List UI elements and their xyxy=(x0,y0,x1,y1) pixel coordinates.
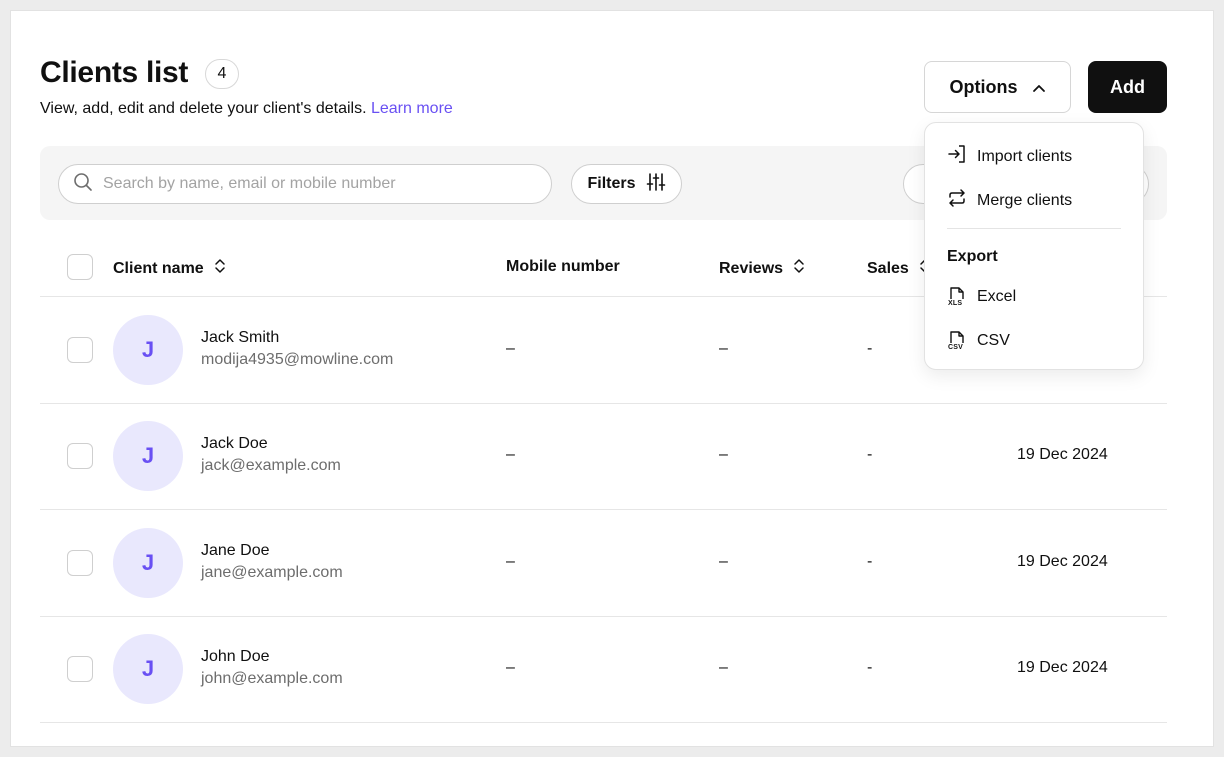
menu-divider xyxy=(947,228,1121,229)
row-checkbox[interactable] xyxy=(67,656,93,682)
row-checkbox[interactable] xyxy=(67,443,93,469)
reviews-value: – xyxy=(719,446,728,463)
menu-item-export-excel[interactable]: XLS Excel xyxy=(947,286,1016,308)
select-all-checkbox[interactable] xyxy=(67,254,93,280)
mobile-number: – xyxy=(506,553,515,570)
menu-item-label: Excel xyxy=(977,288,1017,305)
mobile-number: – xyxy=(506,659,515,676)
merge-icon xyxy=(947,188,967,213)
search-icon xyxy=(73,172,93,197)
mobile-number: – xyxy=(506,340,515,357)
avatar: J xyxy=(113,421,183,491)
search-input[interactable] xyxy=(103,175,523,193)
export-heading: Export xyxy=(947,248,998,265)
sales-value: - xyxy=(867,340,873,357)
row-checkbox[interactable] xyxy=(67,550,93,576)
menu-item-merge-clients[interactable]: Merge clients xyxy=(947,188,1072,213)
menu-item-label: CSV xyxy=(977,332,1010,349)
divider xyxy=(40,403,1167,404)
client-name[interactable]: Jane Doe xyxy=(201,542,270,560)
column-header-reviews[interactable]: Reviews xyxy=(719,258,805,279)
client-count-badge: 4 xyxy=(205,59,239,89)
xls-file-icon: XLS xyxy=(947,286,967,308)
client-email: jack@example.com xyxy=(201,457,341,474)
chevron-up-icon xyxy=(1032,77,1046,98)
created-date: 19 Dec 2024 xyxy=(1017,553,1108,570)
menu-item-label: Import clients xyxy=(977,147,1073,165)
options-label: Options xyxy=(949,76,1018,97)
avatar: J xyxy=(113,634,183,704)
client-email: modija4935@mowline.com xyxy=(201,351,394,368)
options-menu: Import clients Merge clients Export XLS … xyxy=(924,122,1144,370)
sort-icon xyxy=(214,258,226,279)
avatar: J xyxy=(113,528,183,598)
column-header-label: Client name xyxy=(113,259,204,277)
page-subtitle: View, add, edit and delete your client's… xyxy=(40,100,453,118)
menu-item-import-clients[interactable]: Import clients xyxy=(947,144,1072,169)
reviews-value: – xyxy=(719,659,728,676)
csv-file-icon: CSV xyxy=(947,330,967,352)
mobile-number: – xyxy=(506,446,515,463)
divider xyxy=(40,722,1167,723)
created-date: 19 Dec 2024 xyxy=(1017,446,1108,463)
client-name[interactable]: Jack Doe xyxy=(201,435,268,453)
sales-value: - xyxy=(867,659,873,676)
menu-item-label: Merge clients xyxy=(977,191,1073,209)
divider xyxy=(40,616,1167,617)
sort-icon xyxy=(793,258,805,279)
reviews-value: – xyxy=(719,553,728,570)
column-header-mobile-number: Mobile number xyxy=(506,258,620,276)
sliders-icon xyxy=(646,172,666,197)
client-name[interactable]: Jack Smith xyxy=(201,329,279,347)
learn-more-link[interactable]: Learn more xyxy=(371,100,453,117)
column-header-label: Mobile number xyxy=(506,258,620,275)
column-header-label: Sales xyxy=(867,259,909,277)
column-header-client-name[interactable]: Client name xyxy=(113,258,226,279)
page-title: Clients list xyxy=(40,56,189,89)
row-checkbox[interactable] xyxy=(67,337,93,363)
import-icon xyxy=(947,144,967,169)
column-header-sales[interactable]: Sales xyxy=(867,258,931,279)
sales-value: - xyxy=(867,446,873,463)
client-name[interactable]: John Doe xyxy=(201,648,270,666)
menu-item-export-csv[interactable]: CSV CSV xyxy=(947,330,1010,352)
column-header-label: Reviews xyxy=(719,259,784,277)
subtitle-text: View, add, edit and delete your client's… xyxy=(40,100,367,117)
search-box[interactable] xyxy=(58,164,552,204)
add-button[interactable]: Add xyxy=(1088,61,1167,113)
xls-tag: XLS xyxy=(948,300,963,307)
clients-page: Clients list 4 View, add, edit and delet… xyxy=(10,10,1214,747)
filters-label: Filters xyxy=(587,175,636,192)
filters-button[interactable]: Filters xyxy=(571,164,682,204)
options-button[interactable]: Options xyxy=(924,61,1071,113)
avatar: J xyxy=(113,315,183,385)
divider xyxy=(40,509,1167,510)
sales-value: - xyxy=(867,553,873,570)
csv-tag: CSV xyxy=(948,344,963,351)
client-email: john@example.com xyxy=(201,670,343,687)
created-date: 19 Dec 2024 xyxy=(1017,659,1108,676)
client-email: jane@example.com xyxy=(201,564,343,581)
reviews-value: – xyxy=(719,340,728,357)
